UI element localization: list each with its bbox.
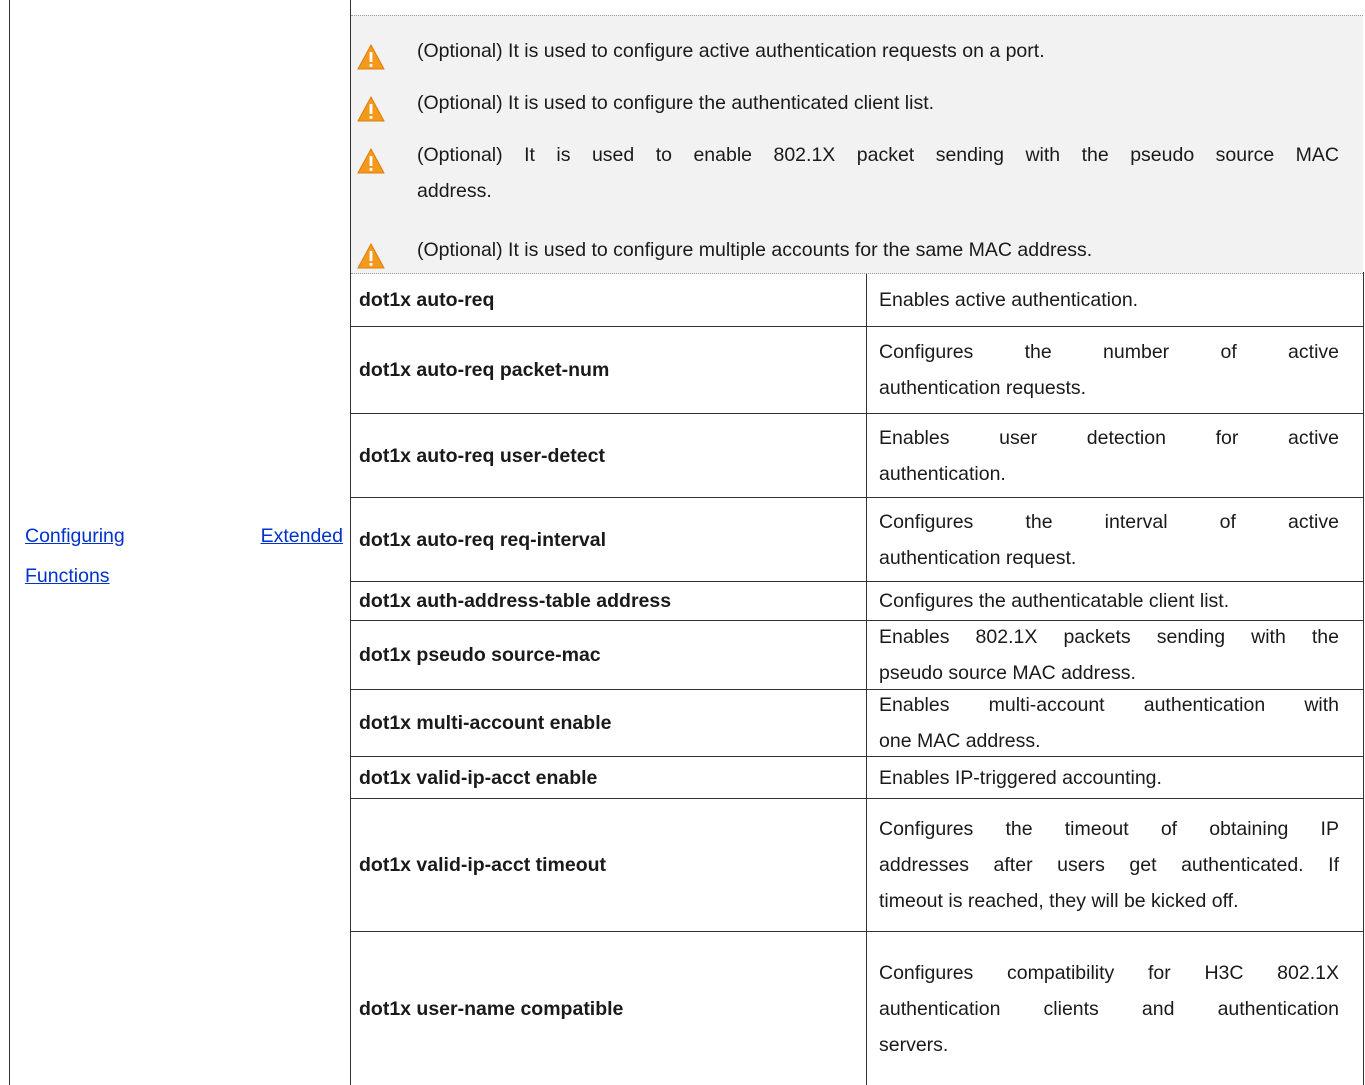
command-cell: dot1x user-name compatible — [359, 997, 624, 1020]
table-row: dot1x multi-account enable Enables multi-… — [351, 690, 1363, 756]
command-cell: dot1x pseudo source-mac — [359, 644, 601, 666]
description-line: Enables active authentication. — [879, 288, 1139, 311]
description-cell: Configures the number of active authentic… — [879, 334, 1339, 406]
description-line: Enables 802.1X packets sending with the — [879, 626, 1339, 648]
warning-triangle-icon — [357, 148, 385, 174]
warning-triangle-icon — [357, 96, 385, 122]
description-line: authentication. — [879, 462, 1006, 485]
warning-triangle-icon — [357, 44, 385, 70]
description-cell: Configures the interval of active authent… — [879, 504, 1339, 576]
description-line: Configures the timeout of obtaining IP — [879, 818, 1339, 840]
description-line: Configures the authenticatable client li… — [879, 590, 1230, 612]
description-line: Enables multi-account authentication wit… — [879, 694, 1339, 716]
link-text-word1[interactable]: Configuring — [25, 516, 125, 556]
link-text-line2[interactable]: Functions — [25, 565, 110, 587]
description-line: pseudo source MAC address. — [879, 662, 1136, 684]
command-cell: dot1x valid-ip-acct timeout — [359, 854, 607, 876]
link-text-word2[interactable]: Extended — [261, 516, 343, 556]
command-cell: dot1x auto-req req-interval — [359, 528, 607, 551]
note-text: (Optional) It is used to enable 802.1X p… — [417, 137, 1339, 209]
description-cell: Configures compatibility for H3C 802.1X a… — [879, 955, 1339, 1063]
description-cell: Configures the authenticatable client li… — [879, 583, 1339, 619]
warning-triangle-icon — [357, 243, 385, 269]
description-cell: Configures the timeout of obtaining IP ad… — [879, 811, 1339, 919]
description-line: authentication clients and authenticatio… — [879, 997, 1339, 1020]
description-line: authentication request. — [879, 546, 1077, 569]
description-cell: Enables IP-triggered accounting. — [879, 760, 1339, 796]
description-line: one MAC address. — [879, 730, 1041, 752]
description-line: Configures the interval of active — [879, 510, 1339, 533]
description-cell: Enables user detection for active authent… — [879, 420, 1339, 492]
table-right-border — [1363, 272, 1364, 1085]
configuring-extended-functions-link[interactable]: Configuring Extended Functions — [25, 516, 343, 596]
command-cell: dot1x valid-ip-acct enable — [359, 766, 598, 789]
note-text: (Optional) It is used to configure the a… — [417, 92, 935, 114]
table-row: dot1x auto-req Enables active authenticat… — [351, 273, 1363, 326]
description-line: authentication requests. — [879, 377, 1087, 399]
table-row: dot1x auto-req req-interval Configures th… — [351, 498, 1363, 581]
table-row: dot1x pseudo source-mac Enables 802.1X pa… — [351, 621, 1363, 689]
table-row: dot1x user-name compatible Configures com… — [351, 932, 1363, 1085]
section-cell: Configuring Extended Functions — [10, 0, 350, 1085]
table-row: dot1x valid-ip-acct enable Enables IP-tri… — [351, 757, 1363, 798]
description-line: Configures compatibility for H3C 802.1X — [879, 961, 1339, 984]
command-cell: dot1x multi-account enable — [359, 712, 612, 734]
description-cell: Enables multi-account authentication wit… — [879, 687, 1339, 759]
command-cell: dot1x auto-req packet-num — [359, 359, 610, 381]
description-cell: Enables 802.1X packets sending with the p… — [879, 619, 1339, 691]
table-row: dot1x auth-address-table address Configur… — [351, 582, 1363, 620]
description-line: Enables user detection for active — [879, 426, 1339, 449]
note-text: (Optional) It is used to configure activ… — [417, 40, 1045, 62]
note-text: (Optional) It is used to configure multi… — [417, 239, 1093, 261]
table-row: dot1x auto-req user-detect Enables user d… — [351, 414, 1363, 497]
description-line: servers. — [879, 1033, 949, 1056]
command-cell: dot1x auto-req — [359, 288, 495, 311]
note-text-line1: (Optional) It is used to enable 802.1X p… — [417, 144, 1339, 166]
table-row: dot1x auto-req packet-num Configures the … — [351, 327, 1363, 413]
notes-panel: (Optional) It is used to configure activ… — [351, 15, 1363, 274]
note-text-line2: address. — [417, 180, 492, 202]
description-line: Enables IP-triggered accounting. — [879, 766, 1162, 789]
command-cell: dot1x auto-req user-detect — [359, 444, 605, 467]
command-cell: dot1x auth-address-table address — [359, 590, 672, 612]
description-line: addresses after users get authenticated.… — [879, 854, 1339, 876]
description-cell: Enables active authentication. — [879, 282, 1339, 318]
description-line: Configures the number of active — [879, 341, 1339, 363]
description-line: timeout is reached, they will be kicked … — [879, 890, 1239, 912]
table-row: dot1x valid-ip-acct timeout Configures th… — [351, 799, 1363, 931]
